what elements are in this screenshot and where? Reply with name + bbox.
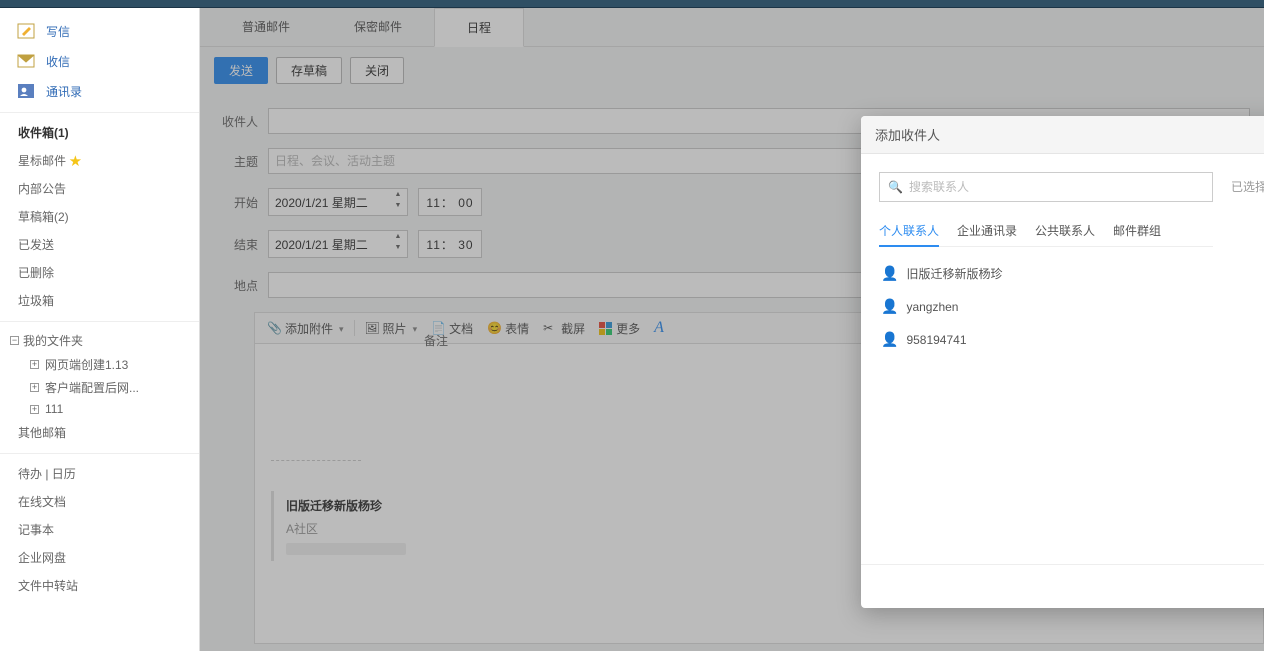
bottom-0[interactable]: 待办 | 日历 — [0, 460, 199, 488]
search-icon: 🔍 — [888, 180, 903, 194]
person-icon: 👤 — [881, 265, 898, 282]
nav-inbox-label: 收信 — [46, 53, 70, 70]
contact-search[interactable]: 🔍 — [879, 172, 1213, 202]
contact-item[interactable]: 👤yangzhen — [879, 290, 1213, 323]
ctab-personal[interactable]: 个人联系人 — [879, 216, 939, 247]
selected-contacts-pane: 已选择的联系人 — [1231, 172, 1264, 546]
bottom-2[interactable]: 记事本 — [0, 516, 199, 544]
folder-sent[interactable]: 已发送 — [0, 231, 199, 259]
compose-icon — [16, 22, 36, 40]
add-recipient-modal: 添加收件人 × 🔍 个人联系人 企业通讯录 公共联系人 邮件群组 — [861, 116, 1264, 608]
nav-contacts[interactable]: 通讯录 — [0, 76, 199, 106]
nav-compose-label: 写信 — [46, 23, 70, 40]
ctab-public[interactable]: 公共联系人 — [1035, 216, 1095, 246]
other-mailboxes[interactable]: 其他邮箱 — [0, 419, 199, 447]
folder-drafts[interactable]: 草稿箱(2) — [0, 203, 199, 231]
ctab-enterprise[interactable]: 企业通讯录 — [957, 216, 1017, 246]
nav-inbox[interactable]: 收信 — [0, 46, 199, 76]
contact-item[interactable]: 👤958194741 — [879, 323, 1213, 356]
modal-title: 添加收件人 — [875, 125, 1264, 144]
folder-deleted[interactable]: 已删除 — [0, 259, 199, 287]
folder-junk[interactable]: 垃圾箱 — [0, 287, 199, 315]
bottom-4[interactable]: 文件中转站 — [0, 572, 199, 600]
inbox-icon — [16, 52, 36, 70]
nav-contacts-label: 通讯录 — [46, 83, 82, 100]
contact-item[interactable]: 👤旧版迁移新版杨珍 — [879, 257, 1213, 290]
bottom-3[interactable]: 企业网盘 — [0, 544, 199, 572]
ctab-groups[interactable]: 邮件群组 — [1113, 216, 1161, 246]
folder-internal[interactable]: 内部公告 — [0, 175, 199, 203]
myfolder-2[interactable]: +111 — [0, 399, 199, 419]
contacts-icon — [16, 82, 36, 100]
sidebar: 写信 收信 通讯录 收件箱(1) 星标邮件 ★ 内部公告 草稿箱(2) 已发送 … — [0, 8, 200, 651]
main: 普通邮件 保密邮件 日程 发送 存草稿 关闭 收件人 主题 开始 2020/1/… — [200, 8, 1264, 651]
bottom-1[interactable]: 在线文档 — [0, 488, 199, 516]
contact-list: 👤旧版迁移新版杨珍 👤yangzhen 👤958194741 — [879, 257, 1213, 356]
folder-inbox[interactable]: 收件箱(1) — [0, 119, 199, 147]
contact-tabs: 个人联系人 企业通讯录 公共联系人 邮件群组 — [879, 216, 1213, 247]
star-icon: ★ — [69, 154, 81, 168]
person-icon: 👤 — [881, 298, 898, 315]
selected-label: 已选择的联系人 — [1231, 178, 1264, 195]
myfolder-1[interactable]: +客户端配置后网... — [0, 376, 199, 399]
person-icon: 👤 — [881, 331, 898, 348]
contact-search-input[interactable] — [909, 180, 1204, 194]
nav-compose[interactable]: 写信 — [0, 16, 199, 46]
folder-starred[interactable]: 星标邮件 ★ — [0, 147, 199, 175]
myfolders-toggle[interactable]: −我的文件夹 — [0, 328, 199, 353]
myfolder-0[interactable]: +网页端创建1.13 — [0, 353, 199, 376]
